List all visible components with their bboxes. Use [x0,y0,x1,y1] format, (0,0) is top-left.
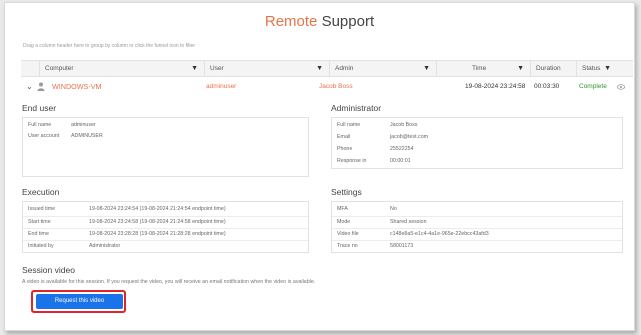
detail-label: Response in [337,158,367,164]
user-name: adminuser [206,83,237,90]
detail-value: Shared session [390,219,427,225]
detail-value: Jacob Boss [390,122,418,128]
detail-value: 00:00:01 [390,158,411,164]
detail-row: Mode Shared session [332,216,622,227]
detail-value: 25522254 [390,146,414,152]
column-label: Admin [335,65,354,72]
group-by-hint: Drag a column header here to group by co… [23,43,196,49]
session-time: 19-08-2024 23:24:58 [465,83,526,90]
remote-support-window: Remote Support Drag a column header here… [4,2,635,331]
detail-row: MFA No [332,204,622,215]
column-header-user[interactable]: User ▼ [204,61,329,76]
session-video-title: Session video [22,265,75,275]
detail-row: Email jacob@test.com [332,132,622,143]
expand-column-header [21,61,39,76]
detail-row: Full name Jacob Boss [332,120,622,131]
execution-box: Issued time 19-08-2024 23:24:54 (19-08-2… [22,201,309,253]
detail-value: 19-08-2024 23:24:58 (19-08-2024 21:24:58… [89,219,226,225]
column-header-computer[interactable]: Computer ▼ [39,61,204,76]
detail-row: End time 19-08-2024 23:28:28 (19-08-2024… [23,228,308,239]
detail-value: No [390,206,397,212]
request-video-button[interactable]: Request this video [36,294,123,309]
detail-row: Video file c148e8a5-e1c4-4a1e-965e-22ebc… [332,228,622,239]
detail-label: Email [337,134,351,140]
detail-value: Administrator [89,243,121,249]
settings-box: MFA No Mode Shared session Video file c1… [331,201,623,253]
funnel-icon[interactable]: ▼ [191,61,198,76]
detail-label: MFA [337,206,348,212]
detail-value: 19-08-2024 23:28:28 (19-08-2024 21:28:28… [89,231,226,237]
detail-label: Mode [337,219,351,225]
detail-row: Full name adminuser [23,120,308,131]
column-label: Time [472,65,487,72]
admin-name: Jacob Boss [319,83,353,90]
session-video-note: A video is available for this session. I… [22,279,316,285]
detail-value: 58001173 [390,243,414,249]
detail-row: Initiated by Administrator [23,240,308,251]
table-row[interactable]: ⌄ WINDOWS-VM adminuser Jacob Boss 19-08-… [21,79,633,95]
column-label: User [210,65,224,72]
column-label: Duration [536,65,561,72]
funnel-icon[interactable]: ▼ [604,61,611,76]
column-label: Computer [45,65,74,72]
user-icon [37,79,45,98]
detail-value: ADMINUSER [71,133,103,139]
column-header-time[interactable]: Time ▼ [436,61,530,76]
end-user-box: Full name adminuser User account ADMINUS… [22,117,309,177]
table-header: Computer ▼ User ▼ Admin ▼ Time ▼ Duratio… [21,60,633,77]
funnel-icon[interactable]: ▼ [517,61,524,76]
administrator-box: Full name Jacob Boss Email jacob@test.co… [331,117,623,169]
computer-name-link[interactable]: WINDOWS-VM [52,79,102,95]
funnel-icon[interactable]: ▼ [316,61,323,76]
column-label: Status [582,65,601,72]
chevron-down-icon[interactable]: ⌄ [26,79,33,95]
page-title: Remote Support [5,13,634,30]
session-duration: 00:03:30 [534,83,560,90]
end-user-section-title: End user [22,103,57,113]
funnel-icon[interactable]: ▼ [423,61,430,76]
detail-row: Phone 25522254 [332,144,622,155]
admin-email-link[interactable]: jacob@test.com [390,132,428,143]
detail-label: User account [28,133,60,139]
detail-value: 19-08-2024 23:24:54 (19-08-2024 21:24:54… [89,206,226,212]
detail-label: Start time [28,219,51,225]
detail-label: Video file [337,231,359,237]
detail-row: Issued time 19-08-2024 23:24:54 (19-08-2… [23,204,308,215]
detail-label: Initiated by [28,243,54,249]
detail-label: Phone [337,146,353,152]
detail-label: Full name [28,122,52,128]
column-header-duration[interactable]: Duration [530,61,576,76]
page-title-accent: Remote [264,13,318,30]
status-badge: Complete [579,83,607,90]
detail-row: Start time 19-08-2024 23:24:58 (19-08-20… [23,216,308,227]
detail-label: Trace no [337,243,358,249]
detail-label: End time [28,231,49,237]
administrator-section-title: Administrator [331,103,382,113]
execution-section-title: Execution [22,187,60,197]
detail-label: Issued time [28,206,56,212]
detail-row: Trace no 58001173 [332,240,622,251]
detail-row: User account ADMINUSER [23,131,308,142]
detail-row: Response in 00:00:01 [332,156,622,167]
detail-label: Full name [337,122,361,128]
eye-icon[interactable] [616,79,626,97]
detail-value: adminuser [71,122,96,128]
page-title-rest: Support [321,13,375,30]
settings-section-title: Settings [331,187,362,197]
column-header-admin[interactable]: Admin ▼ [329,61,436,76]
column-header-status[interactable]: Status ▼ [576,61,633,76]
detail-value: c148e8a5-e1c4-4a1e-965e-22ebcc43afd3 [390,231,489,237]
